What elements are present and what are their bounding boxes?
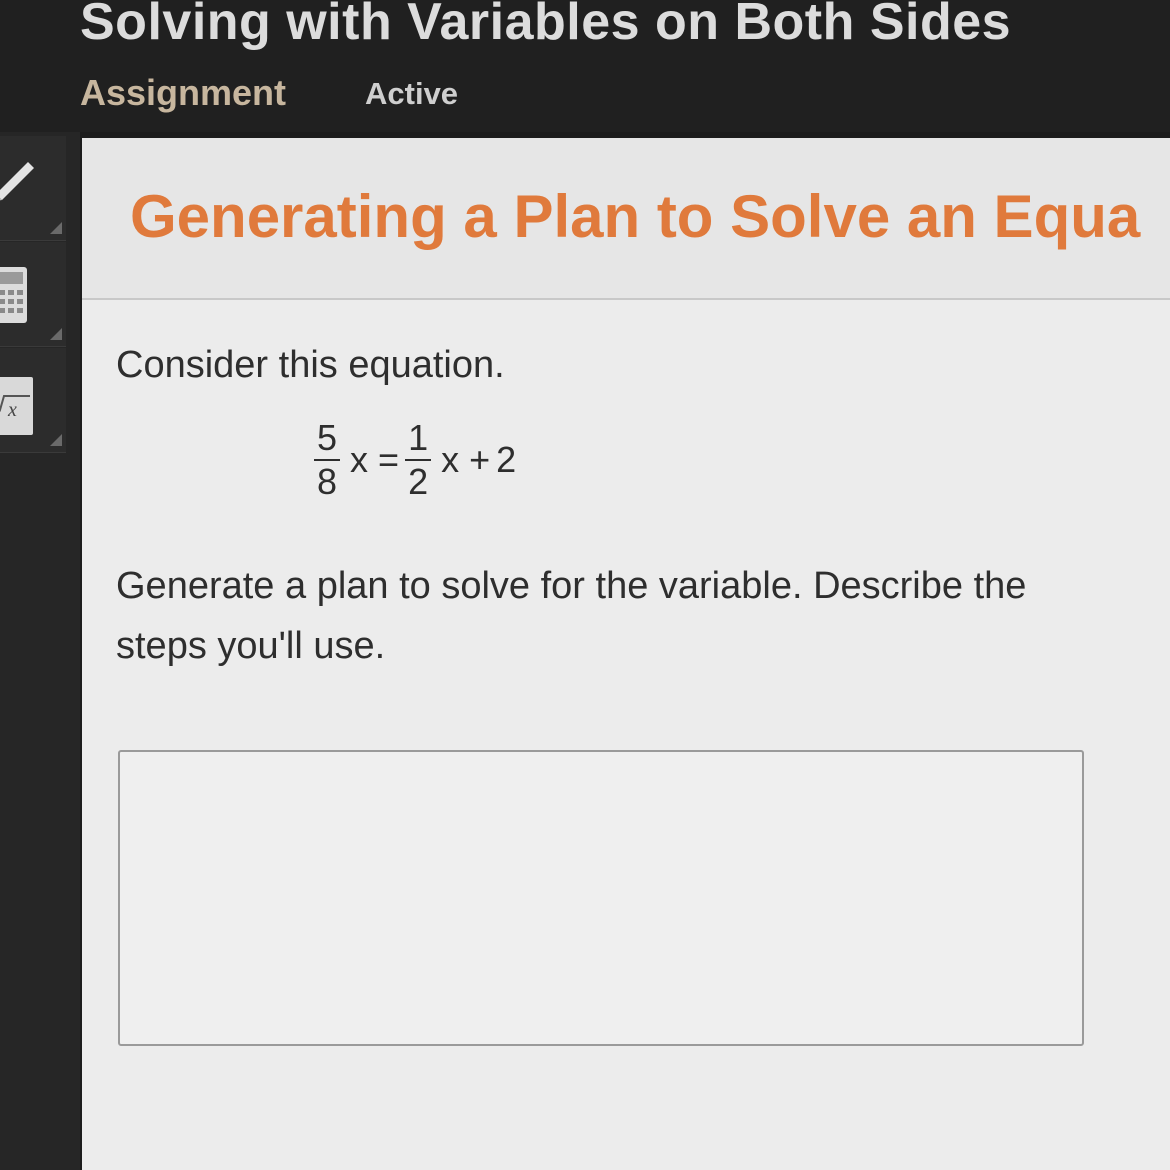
rhs-numerator: 1 (405, 420, 432, 461)
equals-sign: = (378, 439, 400, 480)
rhs-variable: x (441, 439, 460, 480)
prompt-intro: Consider this equation. (116, 344, 505, 386)
prompt-instruction: Generate a plan to solve for the variabl… (116, 565, 1027, 667)
tool-expand-indicator (50, 434, 62, 446)
tool-expand-indicator (50, 328, 62, 340)
app-frame: Solving with Variables on Both Sides Ass… (0, 0, 1170, 1170)
constant-term: 2 (496, 439, 517, 480)
lhs-numerator: 5 (314, 420, 341, 461)
calculator-icon (0, 267, 27, 323)
tool-rail: x (0, 132, 80, 1170)
pencil-tool-button[interactable] (0, 136, 66, 241)
lesson-header: Generating a Plan to Solve an Equa (82, 138, 1170, 300)
assignment-title: Solving with Variables on Both Sides (80, 0, 1012, 51)
top-header: Solving with Variables on Both Sides Ass… (0, 0, 1170, 132)
formula-glyph: x (7, 399, 17, 421)
tool-expand-indicator (50, 222, 62, 234)
plus-sign: + (469, 439, 491, 480)
rhs-fraction: 1 2 (405, 420, 432, 502)
lhs-variable: x (350, 439, 369, 480)
formula-icon: x (0, 377, 33, 435)
lhs-denominator: 8 (317, 461, 338, 502)
assignment-tab[interactable]: Assignment (80, 72, 286, 114)
status-label: Active (365, 76, 459, 111)
response-textarea[interactable] (118, 750, 1084, 1046)
lesson-title: Generating a Plan to Solve an Equa (130, 183, 1141, 250)
content-panel: Generating a Plan to Solve an Equa Consi… (82, 138, 1170, 1170)
equation: 5 8 x = 1 2 x + 2 (314, 420, 517, 500)
pencil-icon (0, 162, 34, 201)
rhs-denominator: 2 (408, 461, 429, 502)
calculator-tool-button[interactable] (0, 242, 66, 347)
lhs-fraction: 5 8 (314, 420, 341, 502)
formula-tool-button[interactable]: x (0, 348, 66, 453)
